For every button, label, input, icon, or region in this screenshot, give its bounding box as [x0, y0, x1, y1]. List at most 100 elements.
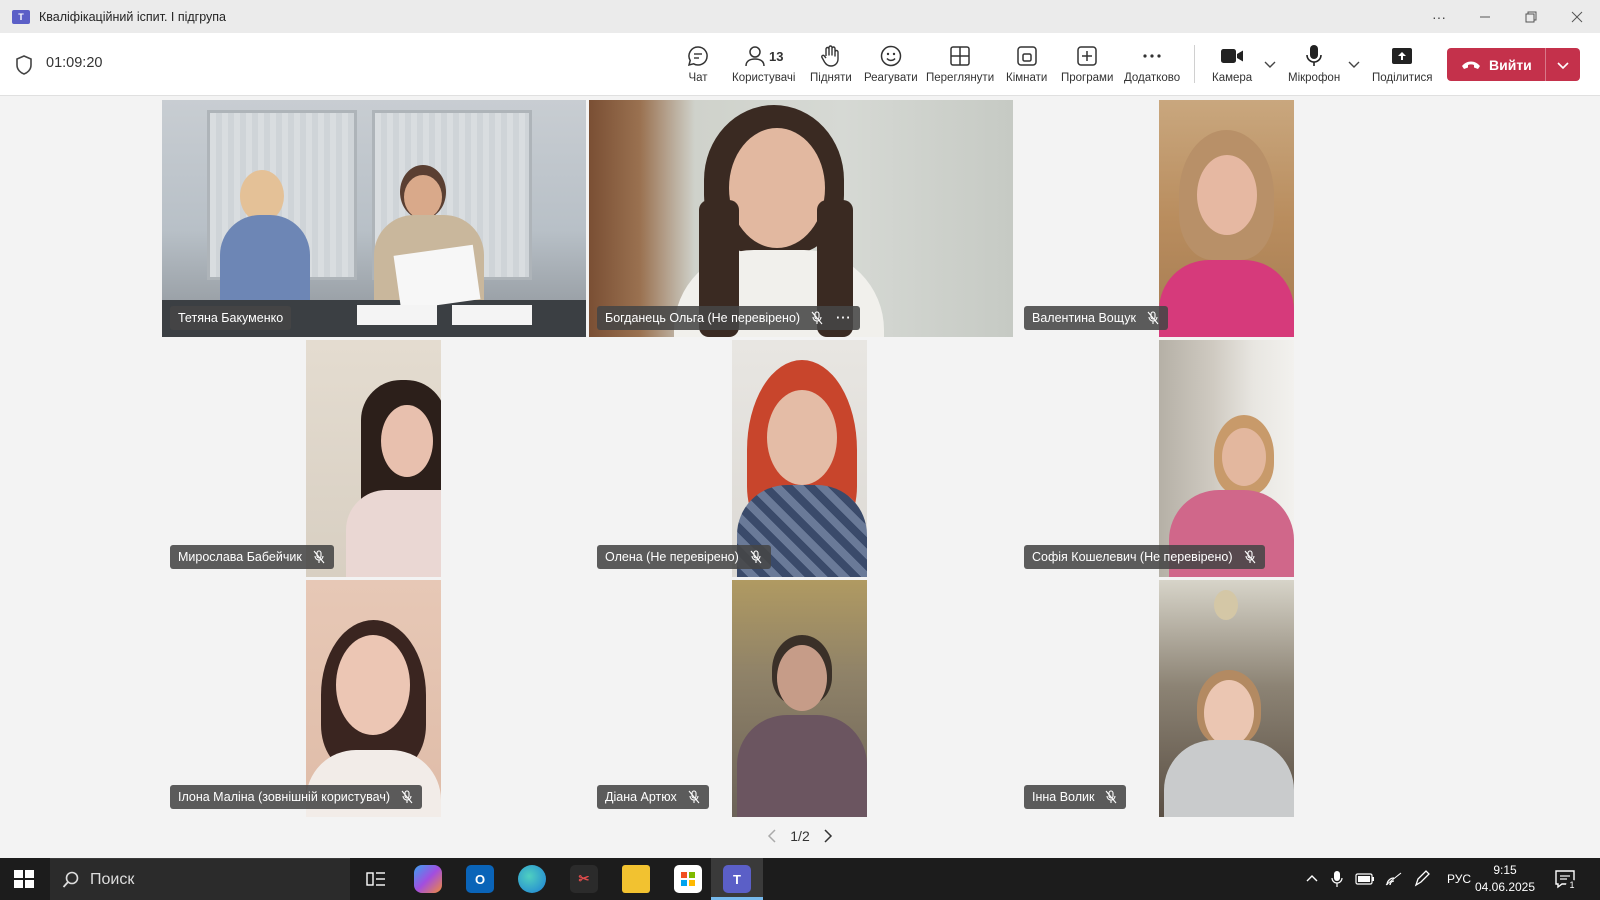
chat-icon	[687, 46, 708, 67]
mic-off-icon	[1106, 790, 1117, 804]
rooms-icon	[1016, 46, 1037, 66]
leave-label: Вийти	[1489, 56, 1532, 73]
more-options-icon[interactable]: ···	[1416, 0, 1462, 33]
participant-tile[interactable]: Мирослава Бабейчик	[162, 340, 586, 577]
share-button[interactable]: Поділитися	[1372, 42, 1432, 84]
participant-tile[interactable]: Тетяна Бакуменко	[162, 100, 586, 337]
view-button[interactable]: Переглянути	[926, 42, 994, 84]
more-button[interactable]: Додатково	[1124, 42, 1180, 84]
smiley-icon	[880, 45, 902, 67]
raise-hand-button[interactable]: Підняти	[810, 42, 852, 84]
next-page-button[interactable]	[818, 828, 838, 844]
restore-button[interactable]	[1508, 0, 1554, 33]
leave-button[interactable]: Вийти	[1447, 48, 1546, 81]
task-view-icon[interactable]	[362, 865, 390, 893]
participant-video	[732, 340, 867, 577]
react-button[interactable]: Реагувати	[864, 42, 918, 84]
participant-name: Валентина Вощук	[1032, 311, 1136, 325]
participant-name-tag: Валентина Вощук	[1024, 306, 1168, 330]
participant-tile[interactable]: Богданець Ольга (Не перевірено) ···	[589, 100, 1013, 337]
wifi-icon[interactable]	[1385, 871, 1403, 887]
participant-name: Ілона Маліна (зовнішній користувач)	[178, 790, 390, 804]
participant-name: Олена (Не перевірено)	[605, 550, 739, 564]
participant-video	[162, 100, 586, 337]
participant-name: Інна Волик	[1032, 790, 1095, 804]
mic-button[interactable]: Мікрофон	[1288, 42, 1340, 84]
add-app-icon	[1077, 46, 1097, 66]
language-indicator[interactable]: РУС	[1447, 872, 1471, 886]
camera-button[interactable]: Камера	[1212, 42, 1252, 84]
title-bar: T Кваліфікаційний іспит. І підгрупа ···	[0, 0, 1600, 33]
participant-name-tag: Тетяна Бакуменко	[170, 306, 292, 330]
participant-name-tag: Мирослава Бабейчик	[170, 545, 334, 569]
participant-tile[interactable]: Інна Волик	[1016, 580, 1440, 817]
chevron-down-icon	[1557, 61, 1569, 69]
windows-start-icon[interactable]	[10, 869, 38, 889]
participant-name-tag: Інна Волик	[1024, 785, 1127, 809]
teams-logo-icon: T	[12, 9, 30, 24]
battery-icon[interactable]	[1355, 873, 1375, 885]
apps-button[interactable]: Програми	[1061, 42, 1113, 84]
rooms-button[interactable]: Кімнати	[1006, 42, 1047, 84]
copilot-icon[interactable]	[414, 865, 442, 893]
participant-name-tag: Ілона Маліна (зовнішній користувач)	[170, 785, 422, 809]
more-label: Додатково	[1124, 72, 1181, 84]
chat-label: Чат	[688, 72, 708, 84]
people-button[interactable]: 13 Користувачі	[732, 42, 795, 84]
chevron-up-icon[interactable]	[1305, 872, 1319, 886]
pen-icon[interactable]	[1413, 870, 1431, 888]
participant-video	[1159, 100, 1294, 337]
edge-icon[interactable]	[518, 865, 546, 893]
raise-hand-label: Підняти	[810, 72, 852, 84]
participant-video	[732, 580, 867, 817]
ellipsis-icon	[1143, 54, 1161, 58]
toolbar-divider	[1194, 45, 1195, 83]
mic-off-icon	[313, 550, 325, 564]
mic-off-icon	[1244, 550, 1255, 564]
mic-off-icon	[811, 311, 823, 325]
participant-name: Мирослава Бабейчик	[178, 550, 302, 564]
participant-name: Богданець Ольга (Не перевірено)	[605, 311, 801, 325]
participant-count: 13	[769, 48, 784, 64]
more-options-icon[interactable]: ···	[836, 311, 852, 325]
snipping-tool-icon[interactable]: ✂	[570, 865, 598, 893]
mic-options-chevron-icon[interactable]	[1347, 57, 1361, 71]
participant-video	[1159, 340, 1294, 577]
file-explorer-icon[interactable]	[622, 865, 650, 893]
share-label: Поділитися	[1372, 72, 1433, 84]
participant-name: Софія Кошелевич (Не перевірено)	[1032, 550, 1233, 564]
participant-tile[interactable]: Діана Артюх	[589, 580, 1013, 817]
close-button[interactable]	[1554, 0, 1600, 33]
teams-taskbar-button[interactable]: T	[711, 858, 763, 900]
leave-options-button[interactable]	[1546, 48, 1580, 81]
minimize-button[interactable]	[1462, 0, 1508, 33]
window-title: Кваліфікаційний іспит. І підгрупа	[39, 9, 227, 24]
camera-options-chevron-icon[interactable]	[1263, 57, 1277, 71]
notification-count: 1	[1566, 880, 1578, 890]
page-indicator: 1/2	[790, 828, 810, 844]
participant-tile[interactable]: Олена (Не перевірено)	[589, 340, 1013, 577]
store-icon[interactable]	[674, 865, 702, 893]
participant-name: Діана Артюх	[605, 790, 677, 804]
participant-video	[306, 580, 441, 817]
mic-off-icon	[750, 550, 762, 564]
mic-off-icon	[688, 790, 700, 804]
microphone-tray-icon[interactable]	[1331, 870, 1343, 888]
mic-label: Мікрофон	[1288, 72, 1341, 84]
participant-name-tag: Софія Кошелевич (Не перевірено)	[1024, 545, 1265, 569]
chat-button[interactable]: Чат	[686, 42, 710, 84]
taskbar-search[interactable]: Поиск	[50, 858, 350, 900]
participant-video	[1159, 580, 1294, 817]
previous-page-button[interactable]	[762, 828, 782, 844]
outlook-icon[interactable]: O	[466, 865, 494, 893]
participant-tile[interactable]: Ілона Маліна (зовнішній користувач)	[162, 580, 586, 817]
participant-tile[interactable]: Софія Кошелевич (Не перевірено)	[1016, 340, 1440, 577]
search-icon	[62, 871, 79, 888]
participant-name-tag: Олена (Не перевірено)	[597, 545, 771, 569]
clock-date: 04.06.2025	[1474, 880, 1536, 894]
system-tray: РУС	[1305, 858, 1471, 900]
camera-icon	[1221, 49, 1244, 63]
taskbar-clock[interactable]: 9:15 04.06.2025	[1470, 862, 1540, 896]
participant-tile[interactable]: Валентина Вощук	[1016, 100, 1440, 337]
grid-view-icon	[950, 46, 970, 66]
